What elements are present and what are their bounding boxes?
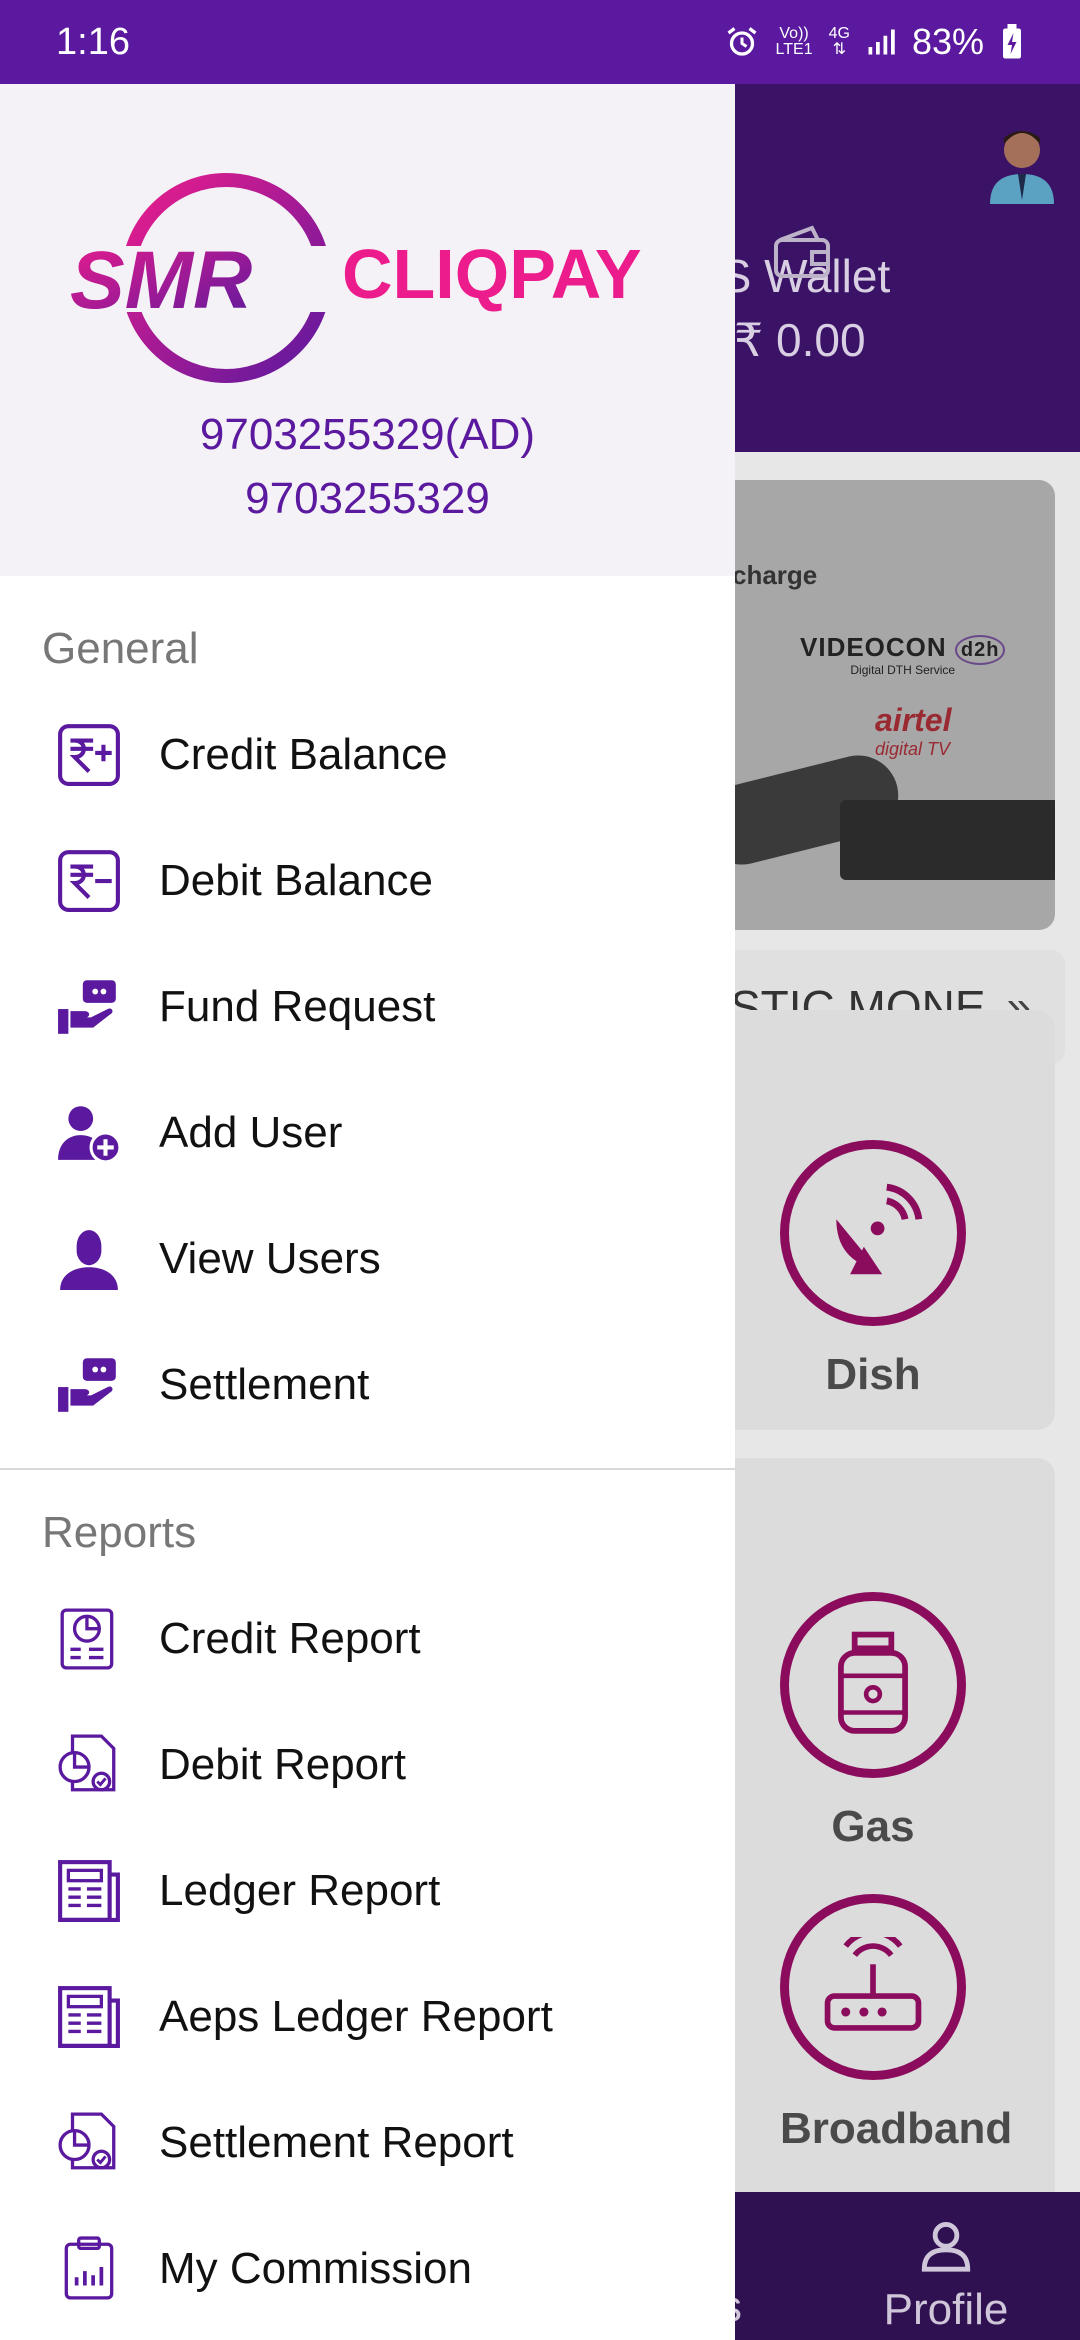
hand-money-icon [54,1350,124,1420]
user-phone-line: 9703255329 [245,474,490,523]
ledger-icon [54,1856,124,1926]
menu-label: Settlement Report [159,2118,514,2167]
network-label: Vo)) LTE1 [775,25,813,58]
signal-icon [868,29,895,55]
smr-cliqpay-logo: SMR CLIQPAY [70,173,642,383]
battery-percent: 83% [911,21,984,62]
menu-item-settlement-report[interactable]: Settlement Report [0,2080,735,2206]
menu-item-ledger-report[interactable]: Ledger Report [0,1828,735,1954]
menu-label: Ledger Report [159,1866,441,1915]
menu-label: Fund Request [159,982,436,1031]
user-id-line: 9703255329(AD) [199,410,536,459]
menu-item-settlement[interactable]: Settlement [0,1322,735,1448]
menu-label: Debit Report [159,1740,407,1789]
network-type: 4G ⇅ [828,25,850,58]
menu-label: Credit Report [159,1614,421,1663]
menu-label: Credit Balance [159,730,448,779]
menu-item-view-users[interactable]: View Users [0,1196,735,1322]
section-general: General Credit Balance Debit Balance Fun… [0,576,735,1448]
menu-item-aeps-ledger-report[interactable]: Aeps Ledger Report [0,1954,735,2080]
rupee-plus-icon [54,720,124,790]
user-icon [54,1224,124,1294]
alarm-icon [727,27,757,56]
menu-label: Debit Balance [159,856,433,905]
menu-label: Settlement [159,1360,370,1409]
battery-charging-icon [1003,24,1021,59]
status-icons: Vo)) LTE1 4G ⇅ 83% [724,21,1024,63]
section-reports: Reports Credit Report Debit Report Ledge… [0,1470,735,2332]
menu-item-fund-request[interactable]: Fund Request [0,944,735,1070]
menu-item-add-user[interactable]: Add User [0,1070,735,1196]
report-check-icon [54,2108,124,2178]
ledger-icon [54,1982,124,2052]
menu-label: Aeps Ledger Report [159,1992,553,2041]
menu-item-debit-balance[interactable]: Debit Balance [0,818,735,944]
navigation-drawer: SMR CLIQPAY 9703255329(AD) 9703255329 Ge… [0,84,735,2340]
menu-label: View Users [159,1234,381,1283]
menu-label: My Commission [159,2244,472,2293]
menu-item-debit-report[interactable]: Debit Report [0,1702,735,1828]
menu-label: Add User [159,1108,343,1157]
status-bar: 1:16 Vo)) LTE1 4G ⇅ 83% [0,0,1080,84]
menu-item-my-commission[interactable]: My Commission [0,2206,735,2332]
report-check-icon [54,1730,124,1800]
commission-icon [54,2234,124,2304]
add-user-icon [54,1098,124,1168]
section-title-reports: Reports [42,1508,197,1557]
hand-money-icon [54,972,124,1042]
menu-item-credit-report[interactable]: Credit Report [0,1576,735,1702]
rupee-minus-icon [54,846,124,916]
menu-item-credit-balance[interactable]: Credit Balance [0,692,735,818]
status-time: 1:16 [56,20,130,63]
drawer-header: SMR CLIQPAY 9703255329(AD) 9703255329 [0,84,735,576]
svg-text:SMR: SMR [70,235,252,326]
report-chart-icon [54,1604,124,1674]
section-title-general: General [42,624,199,673]
svg-text:CLIQPAY: CLIQPAY [342,235,642,313]
